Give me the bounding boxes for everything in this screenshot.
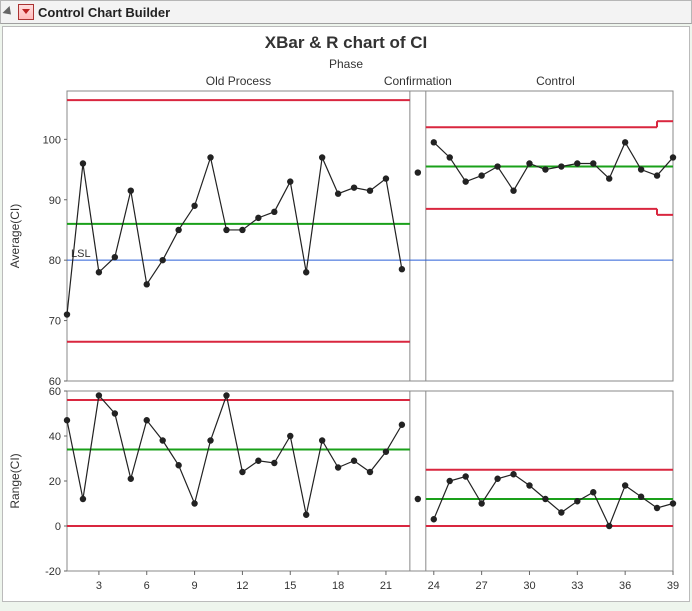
svg-text:0: 0 <box>55 521 61 533</box>
phase-axis-label: Phase <box>3 53 689 71</box>
svg-text:27: 27 <box>476 580 488 592</box>
svg-text:Control: Control <box>536 74 575 88</box>
svg-text:Old Process: Old Process <box>206 74 271 88</box>
svg-text:18: 18 <box>332 580 344 592</box>
svg-text:30: 30 <box>523 580 535 592</box>
svg-text:70: 70 <box>49 316 61 328</box>
svg-text:80: 80 <box>49 255 61 267</box>
chart-container: XBar & R chart of CI Phase Old Process Co… <box>2 26 690 602</box>
red-triangle-menu-icon[interactable] <box>18 4 34 20</box>
svg-text:40: 40 <box>49 431 61 443</box>
svg-text:33: 33 <box>571 580 583 592</box>
svg-text:12: 12 <box>236 580 248 592</box>
disclosure-icon[interactable] <box>2 6 14 18</box>
svg-text:Confirmation: Confirmation <box>384 74 452 88</box>
chart-title: XBar & R chart of CI <box>3 27 689 53</box>
svg-text:-20: -20 <box>45 566 61 578</box>
svg-text:15: 15 <box>284 580 296 592</box>
svg-text:Range(CI): Range(CI) <box>8 453 22 508</box>
svg-text:20: 20 <box>49 476 61 488</box>
svg-text:100: 100 <box>43 134 61 146</box>
svg-text:90: 90 <box>49 195 61 207</box>
svg-text:36: 36 <box>619 580 631 592</box>
svg-text:39: 39 <box>667 580 679 592</box>
svg-text:9: 9 <box>192 580 198 592</box>
svg-text:3: 3 <box>96 580 102 592</box>
svg-text:6: 6 <box>144 580 150 592</box>
panel-title: Control Chart Builder <box>38 5 170 20</box>
svg-text:60: 60 <box>49 386 61 398</box>
svg-text:21: 21 <box>380 580 392 592</box>
panel-header: Control Chart Builder <box>0 0 692 24</box>
svg-text:24: 24 <box>428 580 440 592</box>
plot-area[interactable]: Old ProcessConfirmationControl6070809010… <box>3 71 687 601</box>
svg-text:Average(CI): Average(CI) <box>8 204 22 268</box>
